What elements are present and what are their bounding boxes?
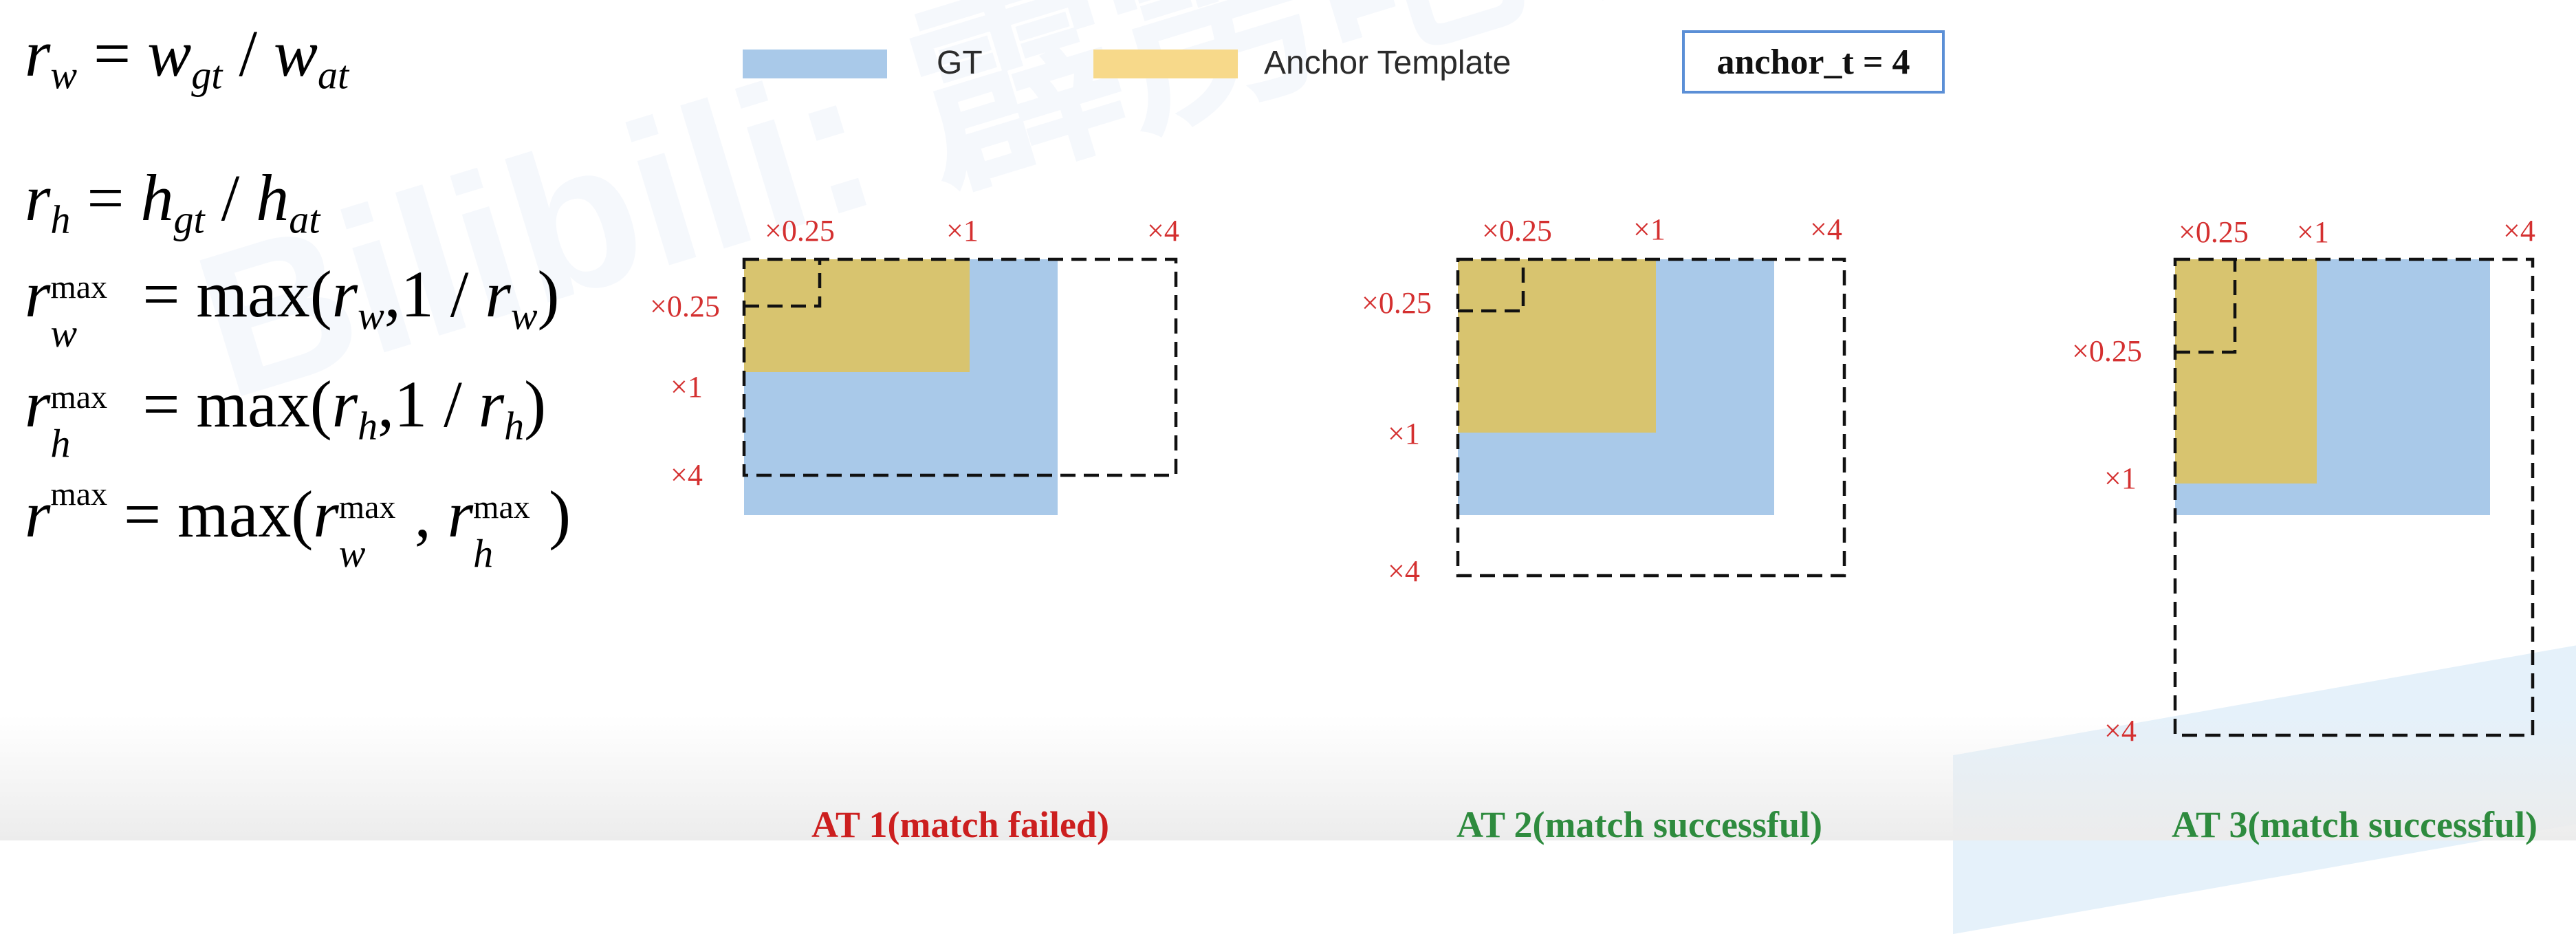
top-label-four: ×4 — [1147, 214, 1179, 248]
panel-at2: ×0.25 ×1 ×4 ×0.25 ×1 ×4 — [1362, 213, 1846, 588]
caption-at3: AT 3(match successful) — [2172, 804, 2537, 845]
side-label-quarter: ×0.25 — [2072, 334, 2142, 368]
side-label-quarter: ×0.25 — [650, 290, 720, 323]
top-label-one: ×1 — [1633, 213, 1666, 246]
top-label-quarter: ×0.25 — [2179, 215, 2249, 249]
side-label-four: ×4 — [670, 458, 703, 492]
anchor-box — [1458, 259, 1656, 433]
top-label-four: ×4 — [1810, 213, 1842, 246]
caption-at1: AT 1(match failed) — [811, 804, 1109, 845]
side-label-one: ×1 — [2104, 461, 2137, 495]
caption-at2: AT 2(match successful) — [1456, 804, 1822, 845]
top-label-quarter: ×0.25 — [1482, 214, 1552, 248]
top-label-one: ×1 — [2297, 215, 2329, 249]
anchor-match-diagram: ×0.25 ×1 ×4 ×0.25 ×1 ×4 ×0.25 ×1 ×4 ×0.2… — [650, 213, 2535, 748]
anchor-box — [2175, 259, 2317, 484]
side-label-four: ×4 — [1388, 554, 1420, 588]
top-label-one: ×1 — [946, 214, 979, 248]
side-label-one: ×1 — [1388, 417, 1420, 450]
top-label-quarter: ×0.25 — [765, 214, 835, 248]
top-label-four: ×4 — [2503, 214, 2535, 248]
panel-at3: ×0.25 ×1 ×4 ×0.25 ×1 ×4 — [2072, 214, 2535, 748]
side-label-quarter: ×0.25 — [1362, 286, 1432, 320]
anchor-box — [744, 259, 970, 372]
side-label-four: ×4 — [2104, 714, 2137, 748]
panel-at1: ×0.25 ×1 ×4 ×0.25 ×1 ×4 — [650, 214, 1179, 515]
side-label-one: ×1 — [670, 370, 703, 404]
